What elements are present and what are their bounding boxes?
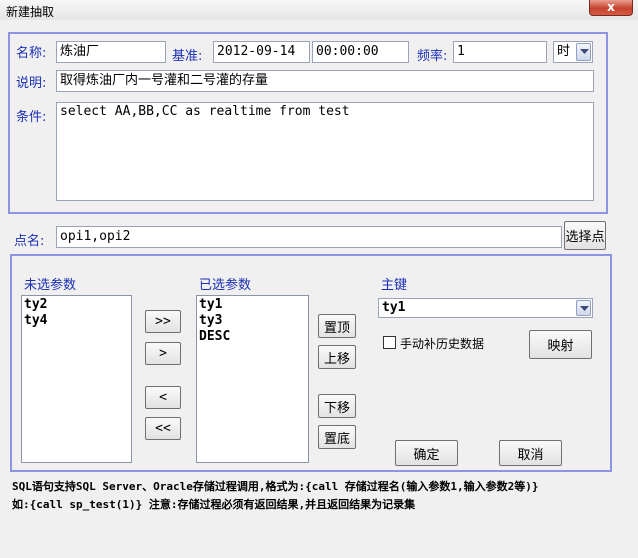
points-input[interactable]: opi1,opi2: [56, 226, 562, 248]
unselected-params-list[interactable]: ty2 ty4: [21, 295, 132, 463]
sql-support-note: SQL语句支持SQL Server、Oracle存储过程调用,格式为:{call…: [12, 480, 539, 493]
frequency-unit-select[interactable]: 时: [553, 41, 593, 63]
backfill-history-checkbox[interactable]: [383, 336, 396, 349]
frequency-input[interactable]: 1: [453, 41, 547, 63]
frequency-unit-value: 时: [557, 44, 571, 59]
condition-textarea[interactable]: select AA,BB,CC as realtime from test: [56, 102, 594, 201]
stored-procedure-note: 如:{call sp_test(1)} 注意:存储过程必须有返回结果,并且返回结…: [12, 498, 416, 511]
title-bar: 新建抽取 x: [0, 0, 638, 20]
remove-one-button[interactable]: <: [145, 386, 181, 409]
base-time-input[interactable]: 00:00:00: [312, 41, 409, 63]
list-item[interactable]: DESC: [199, 329, 306, 345]
name-label: 名称:: [16, 46, 47, 61]
list-item[interactable]: ty1: [199, 297, 306, 313]
ok-button[interactable]: 确定: [395, 440, 458, 466]
select-points-button[interactable]: 选择点: [564, 221, 606, 250]
move-down-button[interactable]: 下移: [318, 394, 356, 418]
remove-all-button[interactable]: <<: [145, 417, 181, 440]
frequency-label: 频率:: [417, 49, 448, 64]
move-bottom-button[interactable]: 置底: [318, 425, 356, 449]
close-button[interactable]: x: [589, 0, 633, 16]
add-all-button[interactable]: >>: [145, 310, 181, 333]
name-input[interactable]: 炼油厂: [56, 41, 166, 63]
base-date-input[interactable]: 2012-09-14: [213, 41, 310, 63]
chevron-down-icon: [576, 43, 591, 61]
cancel-button[interactable]: 取消: [499, 440, 562, 466]
move-up-button[interactable]: 上移: [318, 345, 356, 369]
backfill-history-label: 手动补历史数据: [400, 337, 485, 351]
close-icon: x: [607, 0, 615, 14]
condition-label: 条件:: [16, 110, 47, 125]
selected-params-label: 已选参数: [199, 278, 252, 293]
chevron-down-icon: [576, 300, 591, 316]
primary-key-label: 主键: [381, 278, 408, 293]
add-one-button[interactable]: >: [145, 342, 181, 365]
base-label: 基准:: [172, 49, 203, 64]
list-item[interactable]: ty2: [24, 297, 129, 313]
window-title: 新建抽取: [6, 5, 55, 19]
selected-params-list[interactable]: ty1 ty3 DESC: [196, 295, 309, 463]
primary-key-value: ty1: [382, 300, 406, 315]
list-item[interactable]: ty4: [24, 313, 129, 329]
description-input[interactable]: 取得炼油厂内一号灌和二号灌的存量: [56, 70, 594, 92]
move-top-button[interactable]: 置顶: [318, 314, 356, 338]
map-button[interactable]: 映射: [529, 330, 592, 359]
description-label: 说明:: [16, 76, 47, 91]
unselected-params-label: 未选参数: [24, 278, 77, 293]
points-label: 点名:: [14, 234, 45, 249]
primary-key-select[interactable]: ty1: [378, 298, 593, 318]
list-item[interactable]: ty3: [199, 313, 306, 329]
